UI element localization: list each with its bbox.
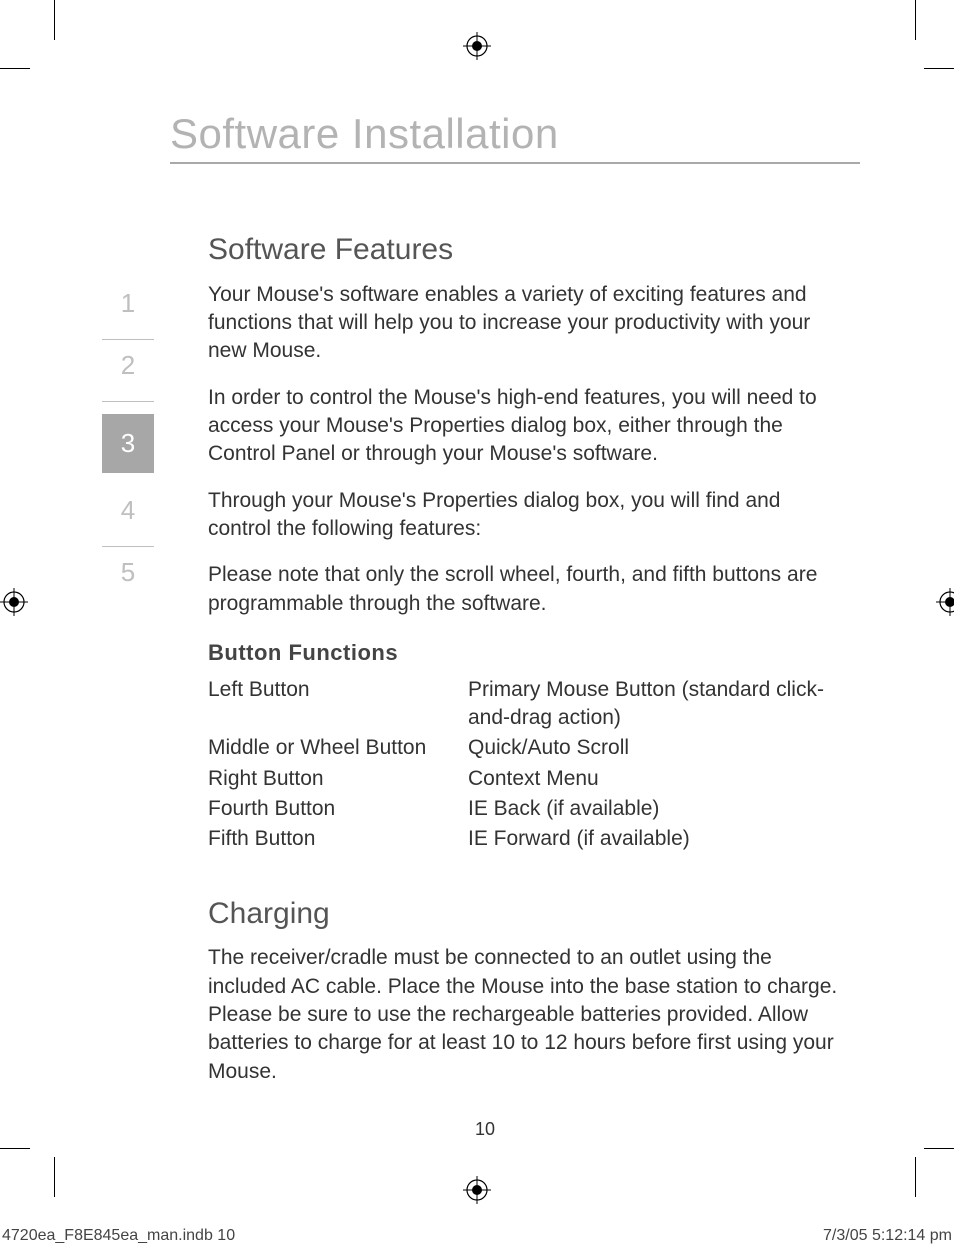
heading-software-features: Software Features: [208, 230, 848, 271]
paragraph: Through your Mouse's Properties dialog b…: [208, 487, 848, 544]
page-body: Software Installation 1 2 3 4 5 Software…: [50, 60, 920, 1180]
footer-filename: 4720ea_F8E845ea_man.indb 10: [2, 1227, 235, 1245]
crop-mark: [924, 68, 954, 69]
footer-timestamp: 7/3/05 5:12:14 pm: [823, 1227, 952, 1245]
registration-mark-icon: [0, 588, 28, 616]
paragraph: In order to control the Mouse's high-end…: [208, 384, 848, 469]
button-desc: IE Back (if available): [468, 795, 848, 823]
button-functions-table: Left Button Primary Mouse Button (standa…: [208, 676, 848, 854]
crop-mark: [0, 68, 30, 69]
button-desc: Context Menu: [468, 765, 848, 793]
section-sidebar: 1 2 3 4 5: [102, 278, 154, 608]
button-desc: Primary Mouse Button (standard click-and…: [468, 676, 848, 733]
paragraph: Please note that only the scroll wheel, …: [208, 561, 848, 618]
registration-mark-icon: [936, 588, 954, 616]
sidebar-item-2: 2: [102, 340, 154, 402]
button-name: Fifth Button: [208, 825, 468, 853]
button-name: Middle or Wheel Button: [208, 734, 468, 762]
crop-mark: [924, 1148, 954, 1149]
main-content: Software Features Your Mouse's software …: [208, 230, 848, 1104]
paragraph: Your Mouse's software enables a variety …: [208, 281, 848, 366]
heading-charging: Charging: [208, 894, 848, 935]
button-name: Fourth Button: [208, 795, 468, 823]
registration-mark-icon: [463, 32, 491, 60]
page-title: Software Installation: [170, 110, 860, 158]
button-name: Right Button: [208, 765, 468, 793]
sidebar-item-3: 3: [102, 414, 154, 473]
page-title-bar: Software Installation: [170, 110, 860, 164]
crop-mark: [54, 0, 55, 40]
button-desc: IE Forward (if available): [468, 825, 848, 853]
sidebar-item-5: 5: [102, 547, 154, 608]
registration-mark-icon: [463, 1176, 491, 1204]
sidebar-item-1: 1: [102, 278, 154, 340]
paragraph: The receiver/cradle must be connected to…: [208, 944, 848, 1086]
crop-mark: [0, 1148, 30, 1149]
button-name: Left Button: [208, 676, 468, 733]
sidebar-item-4: 4: [102, 485, 154, 547]
heading-button-functions: Button Functions: [208, 638, 848, 668]
button-desc: Quick/Auto Scroll: [468, 734, 848, 762]
page-number: 10: [50, 1119, 920, 1140]
crop-mark: [915, 0, 916, 40]
